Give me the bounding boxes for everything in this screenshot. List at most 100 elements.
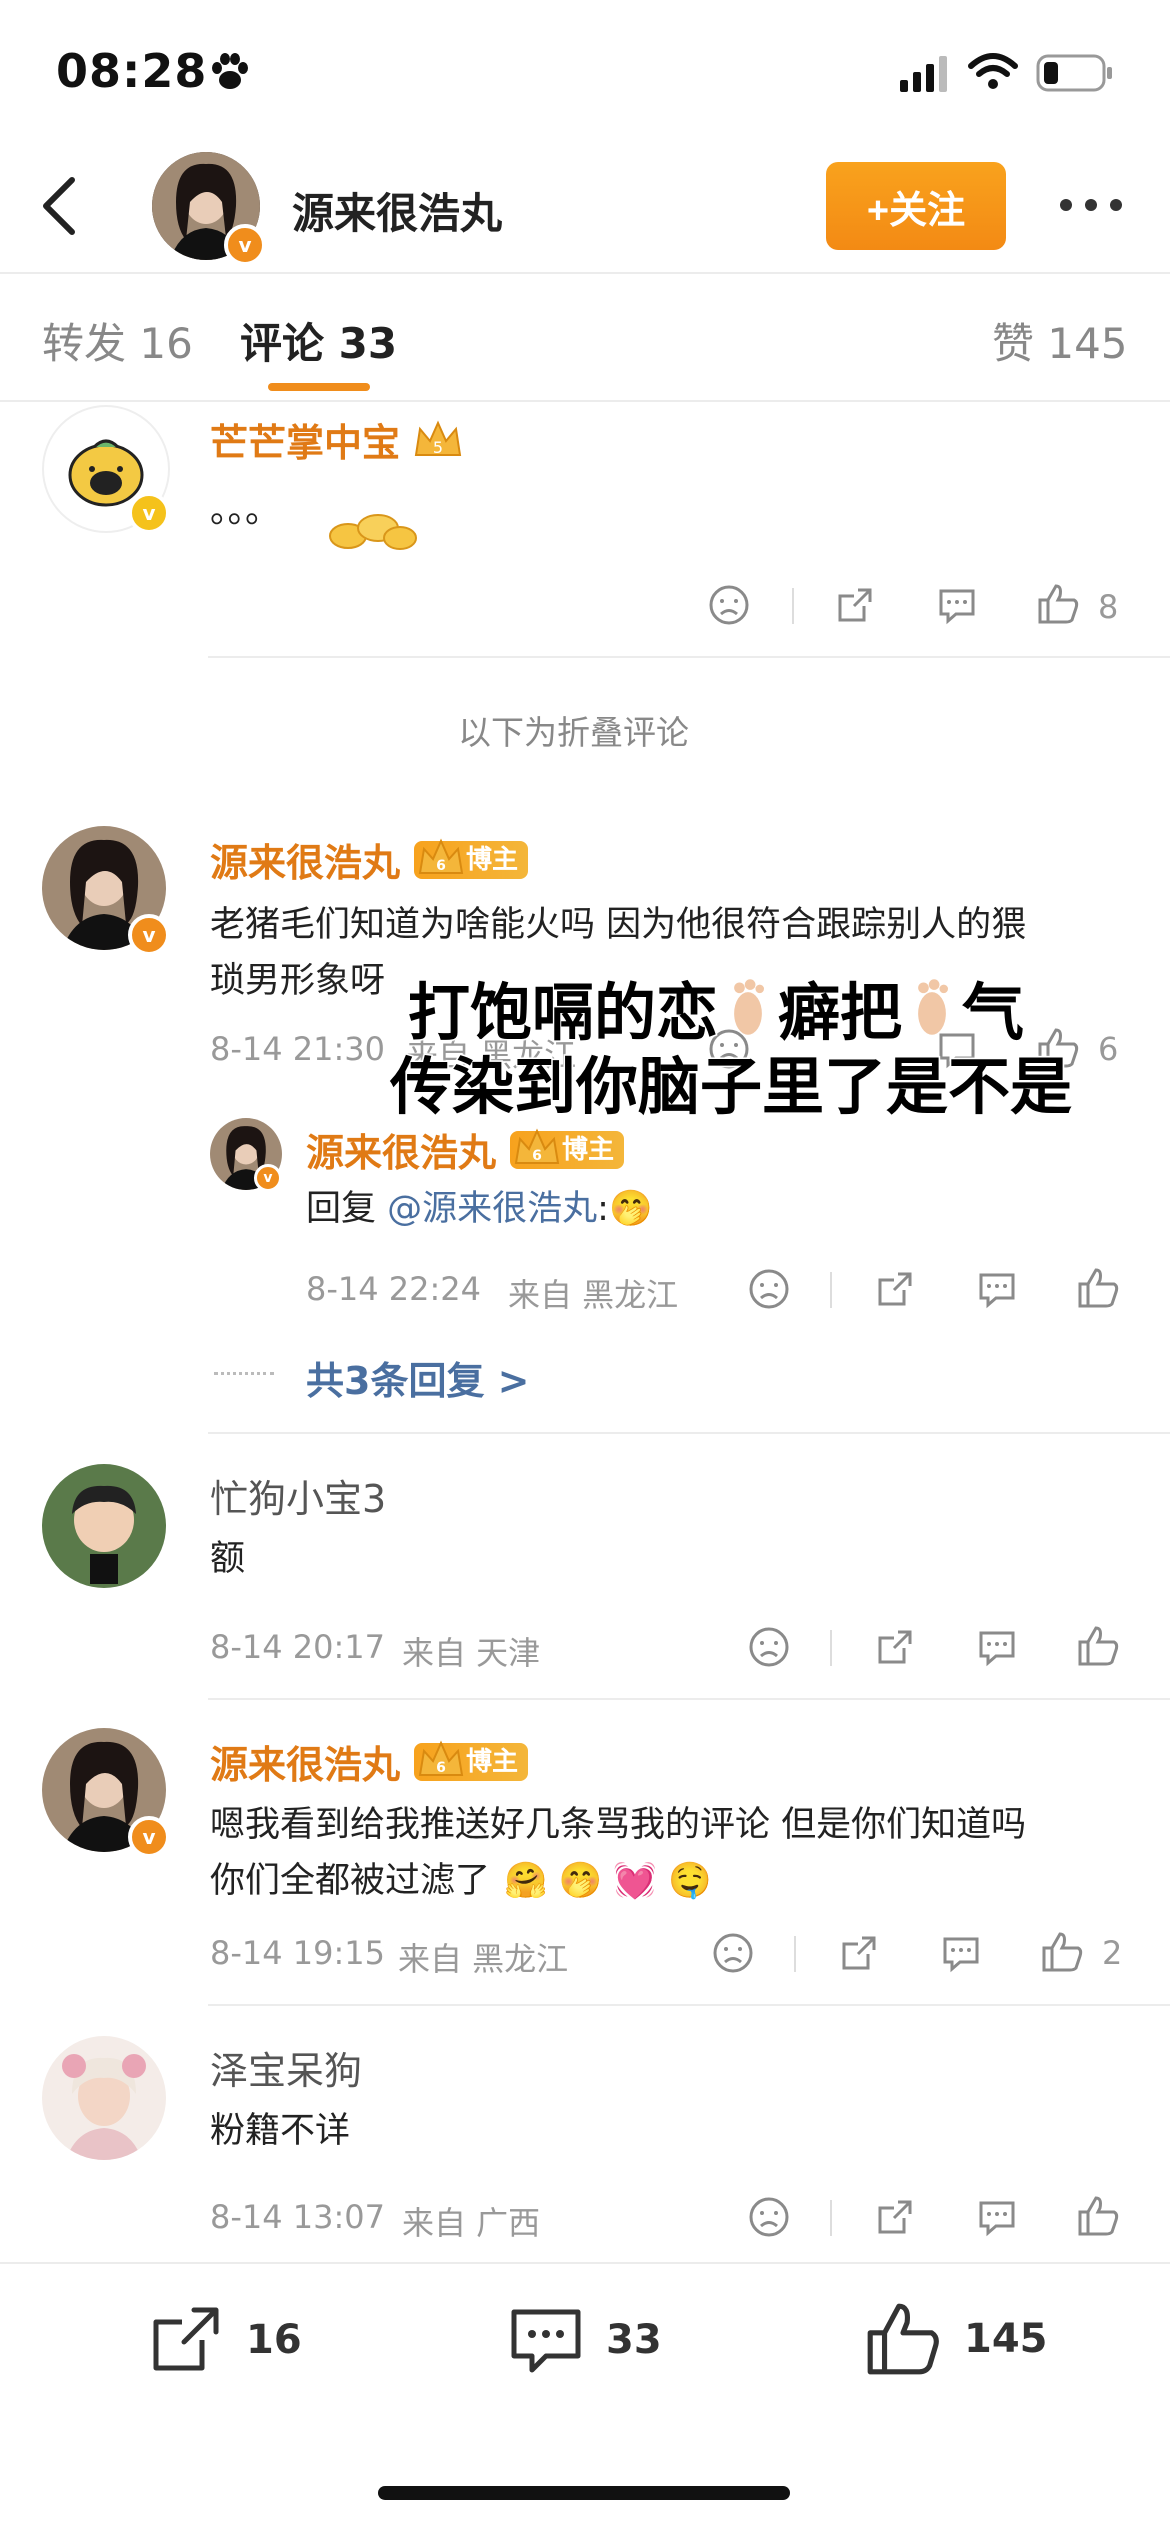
comment-text: 。。。	[210, 491, 281, 531]
comment-location: 来自 广西	[402, 2204, 541, 2242]
tab-reposts[interactable]: 转发 16	[42, 310, 193, 371]
commenter-name[interactable]: 泽宝呆狗	[210, 2040, 362, 2095]
tabs-divider	[0, 400, 1170, 402]
reply-icon[interactable]	[976, 2196, 1018, 2238]
dislike-icon[interactable]	[712, 1932, 754, 1974]
repost-icon	[153, 2307, 219, 2371]
back-arrow-icon[interactable]	[30, 170, 90, 242]
commenter-name[interactable]: 源来很浩丸	[210, 1734, 400, 1789]
verified-badge: v	[128, 914, 170, 956]
reply-prefix: 回复	[306, 1189, 377, 1229]
comment-emojis: 🤗 🤭 💓 🤤	[504, 1861, 712, 1901]
comment-text-line1: 嗯我看到给我推送好几条骂我的评论 但是你们知道吗	[210, 1805, 1027, 1845]
signal-icon	[900, 56, 947, 92]
blogger-badge-label: 博主	[562, 1134, 615, 1165]
comment-text: 粉籍不详	[210, 2111, 351, 2151]
blogger-badge-label: 博主	[466, 844, 519, 875]
more-options-icon[interactable]	[1056, 190, 1126, 220]
verified-badge: v	[254, 1164, 282, 1192]
share-icon[interactable]	[874, 2196, 916, 2238]
share-icon[interactable]	[874, 1626, 916, 1668]
thumbs-up-icon	[867, 2303, 939, 2375]
comment-location: 来自 天津	[402, 1634, 541, 1672]
commenter-avatar[interactable]	[42, 1464, 166, 1588]
commenter-name[interactable]: 芒芒掌中宝	[210, 412, 400, 467]
action-separator	[830, 1272, 832, 1308]
comment-button[interactable]: 33	[506, 2300, 662, 2380]
baby-avatar-image	[42, 1464, 166, 1588]
svg-text:5: 5	[433, 438, 443, 457]
dislike-icon[interactable]	[748, 1626, 790, 1668]
home-indicator[interactable]	[378, 2486, 790, 2500]
reply-mention[interactable]: @源来很浩丸	[387, 1189, 597, 1229]
verified-badge: v	[128, 1816, 170, 1858]
reply-text: 回复 @源来很浩丸:🤭	[306, 1180, 653, 1238]
comment-date: 8-14 19:15	[210, 1934, 386, 1972]
dislike-icon[interactable]	[708, 584, 750, 626]
status-time: 08:28	[56, 44, 208, 98]
overlay-caption-line2: 传染到你脑子里了是不是	[388, 1049, 1073, 1125]
commenter-name[interactable]: 源来很浩丸	[210, 832, 400, 887]
header-username[interactable]: 源来很浩丸	[292, 180, 502, 241]
share-icon[interactable]	[874, 1268, 916, 1310]
reply-name[interactable]: 源来很浩丸	[306, 1122, 496, 1177]
bottom-bar-divider	[0, 2262, 1170, 2264]
comment-icon	[511, 2309, 581, 2373]
comment-location: 来自 黑龙江	[398, 1940, 569, 1978]
like-button[interactable]: 145	[862, 2298, 1048, 2380]
like-count: 2	[1102, 1934, 1123, 1972]
crown-badge-icon: 6	[514, 1128, 560, 1164]
paw-icon	[212, 53, 248, 89]
action-separator	[830, 2200, 832, 2236]
share-icon[interactable]	[834, 584, 876, 626]
like-count-total: 145	[964, 2316, 1048, 2362]
like-icon[interactable]	[1076, 2194, 1120, 2238]
comment-date: 8-14 13:07	[210, 2198, 386, 2236]
comment-text-line2: 你们全都被过滤了 🤗 🤭 💓 🤤	[210, 1852, 712, 1910]
crown-badge-icon: 6	[418, 1740, 464, 1776]
comment-text-line2: 琐男形象呀	[210, 961, 386, 1001]
comment-divider	[208, 1432, 1170, 1434]
action-separator	[830, 1630, 832, 1666]
comment-text-line1: 老猪毛们知道为啥能火吗 因为他很符合跟踪别人的猥	[210, 905, 1027, 945]
like-icon[interactable]	[1036, 582, 1080, 626]
follow-button[interactable]: +关注	[826, 162, 1006, 250]
blogger-badge: 6 博主	[414, 838, 529, 879]
active-tab-indicator	[268, 383, 370, 391]
dislike-icon[interactable]	[748, 2196, 790, 2238]
comment-divider	[208, 1698, 1170, 1700]
verified-badge: v	[128, 492, 170, 534]
repost-button[interactable]: 16	[146, 2300, 302, 2380]
commenter-avatar[interactable]	[42, 2036, 166, 2160]
girl-avatar-image	[42, 2036, 166, 2160]
header-divider	[0, 272, 1170, 274]
reply-date: 8-14 22:24	[306, 1270, 482, 1308]
tab-comments[interactable]: 评论 33	[240, 310, 397, 371]
reply-location: 来自 黑龙江	[508, 1276, 679, 1314]
dislike-icon[interactable]	[748, 1268, 790, 1310]
reply-icon[interactable]	[976, 1626, 1018, 1668]
foot-icon	[734, 979, 765, 1035]
reply-emoji: 🤭	[608, 1189, 653, 1229]
reply-icon[interactable]	[936, 584, 978, 626]
blogger-badge: 6 博主	[414, 1740, 529, 1781]
view-more-replies-link[interactable]: 共3条回复 >	[306, 1350, 530, 1405]
share-icon[interactable]	[838, 1932, 880, 1974]
wifi-icon	[968, 53, 1018, 89]
like-icon[interactable]	[1076, 1624, 1120, 1668]
like-icon[interactable]	[1076, 1266, 1120, 1310]
reply-icon[interactable]	[940, 1932, 982, 1974]
dotted-leader	[214, 1372, 274, 1375]
gold-coins-icon	[329, 514, 417, 550]
commenter-name[interactable]: 忙狗小宝3	[210, 1468, 386, 1523]
comment-date: 8-14 21:30	[210, 1030, 386, 1068]
svg-text:6: 6	[436, 1760, 446, 1776]
tab-likes[interactable]: 赞 145	[992, 310, 1128, 371]
comment-divider	[208, 656, 1170, 658]
reply-icon[interactable]	[976, 1268, 1018, 1310]
folded-comments-label: 以下为折叠评论	[458, 713, 689, 752]
blogger-badge: 6 博主	[510, 1128, 625, 1169]
comment-count: 33	[606, 2317, 662, 2363]
blogger-badge-label: 博主	[466, 1746, 519, 1777]
like-icon[interactable]	[1040, 1930, 1084, 1974]
